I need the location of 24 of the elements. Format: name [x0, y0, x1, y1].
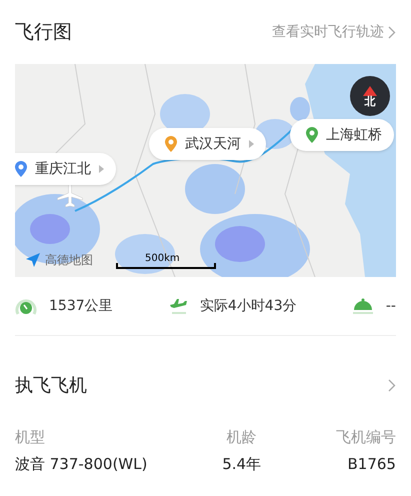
section-title: 飞行图 [15, 20, 72, 45]
field-label: 机型 [15, 427, 45, 448]
field-value: 5.4年 [222, 454, 262, 474]
field-value: 波音 737-800(WL) [15, 454, 148, 474]
airport-pin-label[interactable]: 武汉天河 [149, 128, 266, 160]
field-label: 飞机编号 [336, 427, 396, 448]
gauge-icon [15, 297, 37, 315]
plane-icon [168, 297, 188, 315]
chevron-icon [388, 26, 396, 38]
food-cover-icon [352, 297, 374, 315]
triangle-icon [249, 140, 254, 148]
field-value: B1765 [348, 454, 396, 474]
airport-pin-label[interactable]: 重庆江北 [15, 153, 116, 185]
navigation-arrow-icon [25, 252, 41, 268]
section-title: 执飞飞机 [15, 374, 87, 398]
chevron-icon[interactable] [388, 378, 396, 392]
map-attribution: 高德地图 [45, 252, 93, 269]
scale-label: 500km [145, 252, 180, 266]
stat-value: -- [386, 296, 396, 316]
stat-value: 实际4小时43分 [200, 296, 297, 316]
field-label: 机龄 [226, 427, 257, 448]
airport-pin-label[interactable]: 上海虹桥 [290, 119, 394, 151]
triangle-icon [99, 165, 104, 173]
stat-value: 1537公里 [49, 296, 113, 316]
